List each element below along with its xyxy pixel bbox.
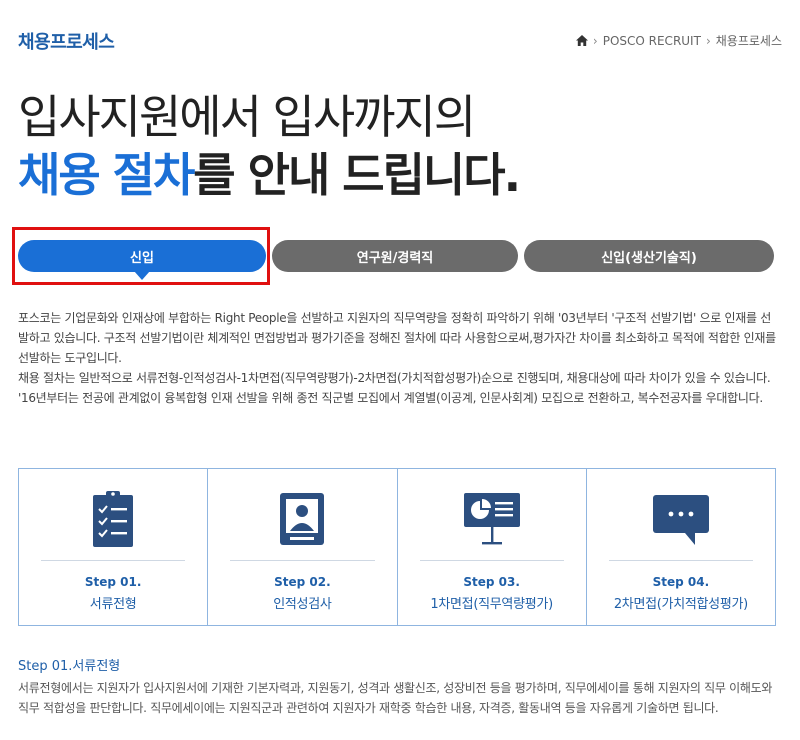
tab-new-hire-production[interactable]: 신입(생산기술직) <box>524 240 774 272</box>
intro-text: 포스코는 기업문화와 인재상에 부합하는 Right People을 선발하고 … <box>18 308 778 408</box>
step-name: 인적성검사 <box>273 597 332 612</box>
hero-line-2: 채용 절차를 안내 드립니다. <box>18 146 778 204</box>
id-card-icon <box>272 487 332 551</box>
step-divider <box>41 560 186 561</box>
home-icon[interactable] <box>575 35 588 46</box>
intro-paragraph-1: 포스코는 기업문화와 인재상에 부합하는 Right People을 선발하고 … <box>18 311 776 365</box>
breadcrumb-item-current: 채용프로세스 <box>715 34 782 48</box>
intro-paragraph-3: '16년부터는 전공에 관계없이 융복합형 인재 선발을 위해 종전 직군별 모… <box>18 391 763 405</box>
process-steps: Step 01. 서류전형 Step 02. 인적성검사 Step 03. 1차… <box>18 468 776 626</box>
step-card-3[interactable]: Step 03. 1차면접(직무역량평가) <box>398 469 587 625</box>
step-number: Step 01. <box>84 575 142 589</box>
hero-heading: 입사지원에서 입사까지의 채용 절차를 안내 드립니다. <box>18 88 778 204</box>
step-number: Step 04. <box>652 575 710 589</box>
step-card-2[interactable]: Step 02. 인적성검사 <box>208 469 398 625</box>
step-detail-title: Step 01.서류전형 <box>18 659 121 674</box>
recruit-type-tabs: 신입 연구원/경력직 신입(생산기술직) <box>18 240 774 280</box>
document-checklist-icon <box>83 487 143 551</box>
breadcrumb-separator: › <box>705 33 711 48</box>
hero-rest-text: 를 안내 드립니다. <box>193 148 521 202</box>
step-number: Step 02. <box>274 575 331 589</box>
step-detail-section: Step 01.서류전형 서류전형에서는 지원자가 입사지원서에 기재한 기본자… <box>18 655 778 718</box>
intro-paragraph-2: 채용 절차는 일반적으로 서류전형-인적성검사-1차면접(직무역량평가)-2차면… <box>18 371 771 385</box>
tab-new-hire[interactable]: 신입 <box>18 240 266 280</box>
page-title: 채용프로세스 <box>18 32 115 53</box>
step-name: 1차면접(직무역량평가) <box>430 597 553 612</box>
breadcrumb: › POSCO RECRUIT › 채용프로세스 <box>575 32 782 49</box>
step-divider <box>419 560 564 561</box>
page-header: 채용프로세스 › POSCO RECRUIT › 채용프로세스 <box>18 28 782 53</box>
breadcrumb-item-posco-recruit[interactable]: POSCO RECRUIT <box>603 34 701 48</box>
step-name: 2차면접(가치적합성평가) <box>613 597 748 612</box>
presentation-board-icon <box>462 487 522 551</box>
step-card-1[interactable]: Step 01. 서류전형 <box>19 469 209 625</box>
speech-bubble-icon <box>651 487 711 551</box>
step-number: Step 03. <box>463 575 520 589</box>
step-name: 서류전형 <box>89 597 137 612</box>
step-divider <box>230 560 375 561</box>
tab-researcher-experienced[interactable]: 연구원/경력직 <box>272 240 518 272</box>
hero-accent-text: 채용 절차 <box>18 148 195 202</box>
breadcrumb-separator: › <box>592 33 598 48</box>
step-card-4[interactable]: Step 04. 2차면접(가치적합성평가) <box>587 469 775 625</box>
step-divider <box>608 560 753 561</box>
hero-line-1: 입사지원에서 입사까지의 <box>18 90 476 144</box>
step-detail-body: 서류전형에서는 지원자가 입사지원서에 기재한 기본자력과, 지원동기, 성격과… <box>18 681 773 715</box>
